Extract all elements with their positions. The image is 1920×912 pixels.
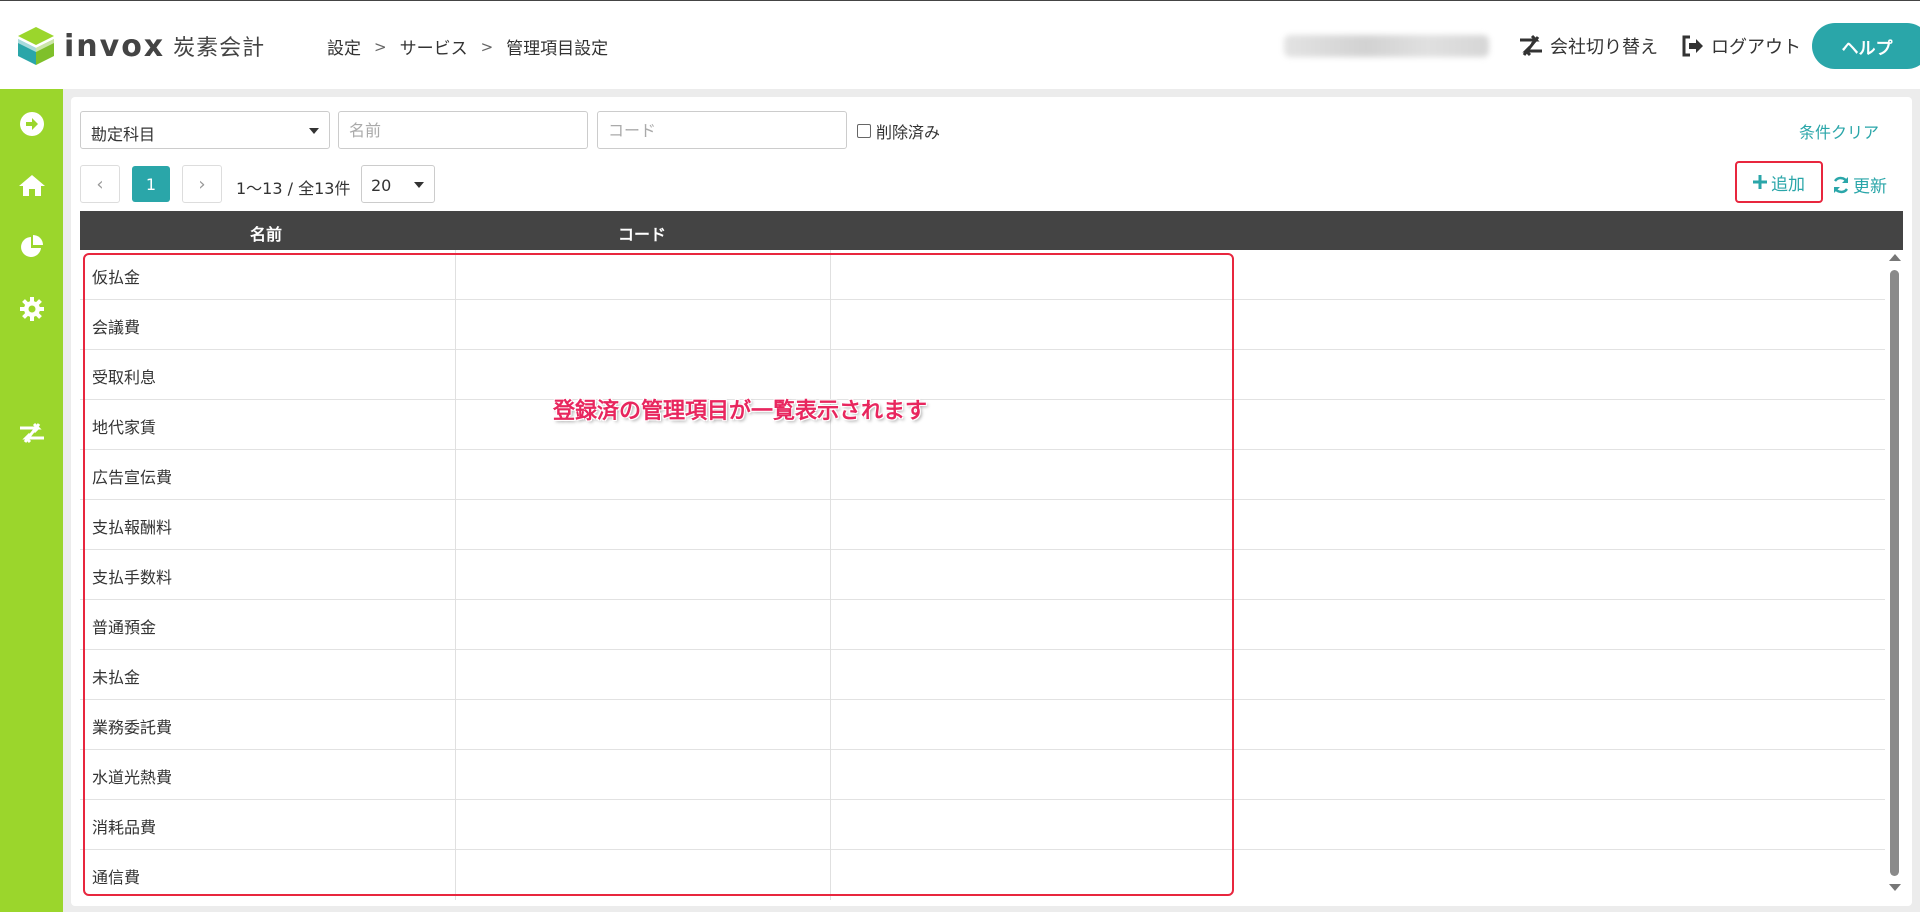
add-label: 追加 <box>1771 174 1805 195</box>
sidebar <box>0 89 63 912</box>
table-header: 名前 コード <box>80 211 1903 250</box>
logout-icon <box>1682 35 1703 57</box>
refresh-button[interactable]: 更新 <box>1832 172 1887 197</box>
breadcrumb: 設定 > サービス > 管理項目設定 <box>327 34 609 60</box>
deleted-checkbox-label: 削除済み <box>876 123 941 142</box>
deleted-checkbox[interactable]: 削除済み <box>857 119 940 143</box>
plus-icon <box>1753 175 1767 189</box>
logo-text: invox <box>64 28 166 64</box>
chevron-left-icon: ‹ <box>96 173 104 195</box>
switch-company-button[interactable]: 会社切り替え <box>1518 33 1658 59</box>
name-filter-input[interactable] <box>338 111 588 149</box>
gear-icon[interactable] <box>18 295 46 323</box>
page-size-select[interactable]: 20 <box>361 165 435 203</box>
switch-company-label: 会社切り替え <box>1550 37 1658 58</box>
caret-down-icon <box>309 128 319 134</box>
next-page-button[interactable]: › <box>182 165 222 203</box>
column-header-code[interactable]: コード <box>618 221 666 245</box>
help-button[interactable]: ヘルプ <box>1812 23 1920 69</box>
logout-label: ログアウト <box>1711 37 1801 58</box>
company-name-blurred <box>1284 35 1489 57</box>
app-header: invox 炭素会計 設定 > サービス > 管理項目設定 会社切り替え ログア… <box>0 0 1920 89</box>
chevron-right-icon: > <box>480 37 494 56</box>
clear-filters-link[interactable]: 条件クリア <box>1799 119 1879 143</box>
chevron-right-icon: › <box>198 173 206 195</box>
refresh-label: 更新 <box>1853 177 1887 197</box>
prev-page-button[interactable]: ‹ <box>80 165 120 203</box>
invox-logo[interactable]: invox 炭素会計 <box>16 25 265 67</box>
switch-icon <box>1520 34 1542 57</box>
add-button[interactable]: 追加 <box>1735 161 1823 203</box>
table-scrollbar[interactable] <box>1885 250 1903 900</box>
breadcrumb-settings[interactable]: 設定 <box>327 34 361 59</box>
chevron-right-icon: > <box>374 37 387 56</box>
switch-icon[interactable] <box>18 419 46 447</box>
scroll-down-arrow-icon[interactable] <box>1889 884 1901 891</box>
category-select[interactable]: 勘定科目 <box>80 111 330 149</box>
pagination-info: 1〜13 / 全13件 <box>236 179 351 198</box>
annotation-text: 登録済の管理項目が一覧表示されます <box>553 399 928 424</box>
pie-chart-icon[interactable] <box>18 233 46 261</box>
code-filter-input[interactable] <box>597 111 847 149</box>
scroll-up-arrow-icon[interactable] <box>1889 254 1901 261</box>
logo-cube-icon <box>16 25 56 67</box>
logo-subtitle: 炭素会計 <box>173 36 266 61</box>
breadcrumb-current: 管理項目設定 <box>506 39 609 59</box>
breadcrumb-service[interactable]: サービス <box>400 34 468 59</box>
logout-button[interactable]: ログアウト <box>1681 33 1801 59</box>
page-1-button[interactable]: 1 <box>132 166 170 202</box>
column-header-name[interactable]: 名前 <box>250 221 282 245</box>
highlight-box <box>83 253 1234 896</box>
category-select-value: 勘定科目 <box>91 125 156 144</box>
checkbox-box[interactable] <box>857 124 871 138</box>
home-icon[interactable] <box>18 171 46 199</box>
refresh-icon <box>1833 176 1849 193</box>
scrollbar-thumb[interactable] <box>1890 270 1899 876</box>
page-size-value: 20 <box>371 176 392 195</box>
caret-down-icon <box>414 182 424 188</box>
arrow-circle-right-icon[interactable] <box>18 110 46 138</box>
